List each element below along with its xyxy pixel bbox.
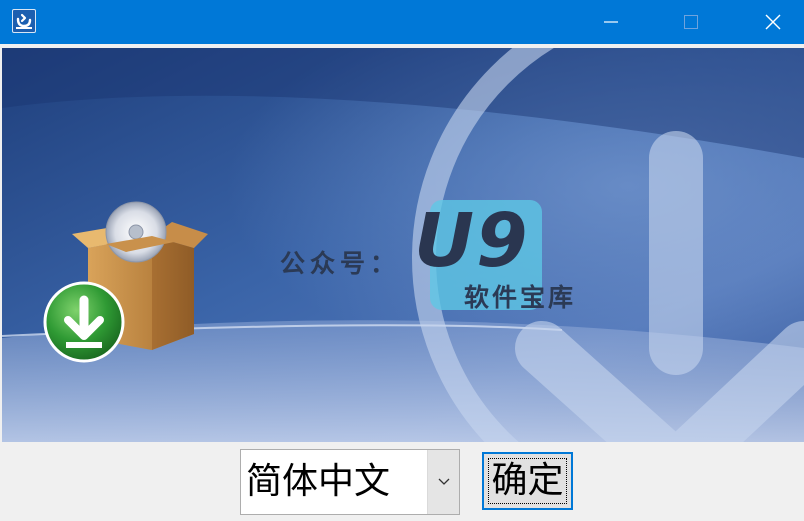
u9-logo-text: U9 [414, 198, 530, 284]
title-bar[interactable] [0, 0, 804, 44]
close-icon [765, 14, 781, 30]
banner-illustration [2, 48, 804, 442]
watermark-prefix: 公众号： [280, 249, 401, 278]
chevron-down-icon [438, 478, 449, 485]
close-button[interactable] [750, 0, 796, 44]
confirm-button[interactable]: 确定 [482, 452, 573, 510]
maximize-icon [684, 15, 698, 29]
language-dropdown-button[interactable] [427, 450, 459, 514]
maximize-button[interactable] [668, 0, 714, 44]
language-select[interactable]: 简体中文 [240, 449, 460, 515]
confirm-button-label: 确定 [491, 460, 564, 501]
app-icon [12, 9, 36, 33]
installer-language-dialog: 公众号： U9 软件宝库 简体中文 确定 [0, 0, 804, 521]
installer-banner [2, 48, 804, 442]
minimize-icon [604, 21, 618, 23]
language-select-value: 简体中文 [246, 461, 391, 502]
minimize-button[interactable] [588, 0, 634, 44]
watermark-subtitle: 软件宝库 [464, 283, 577, 312]
green-download-icon [43, 281, 125, 363]
